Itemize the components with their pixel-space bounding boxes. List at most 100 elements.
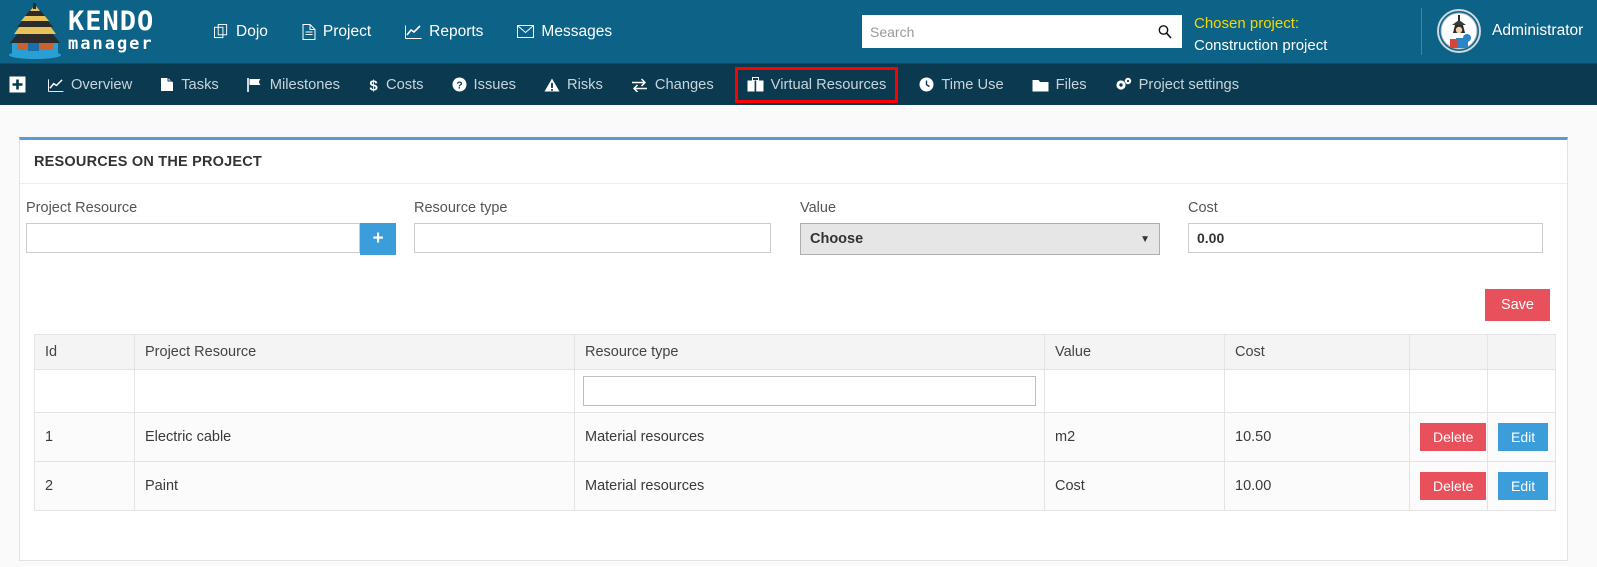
- sidebar-item-costs-label: Costs: [385, 76, 424, 93]
- search-input[interactable]: [862, 16, 1148, 47]
- delete-button[interactable]: Delete: [1420, 423, 1487, 451]
- cell-cost: 10.50: [1224, 412, 1410, 462]
- col-cost: Cost: [1224, 334, 1410, 370]
- cell-edit: Edit: [1487, 412, 1556, 462]
- question-circle-icon: ?: [452, 77, 467, 92]
- sidebar-item-milestones[interactable]: Milestones: [237, 68, 350, 102]
- delete-button[interactable]: Delete: [1420, 472, 1487, 500]
- sidebar-item-costs[interactable]: $ Costs: [358, 68, 434, 102]
- edit-button[interactable]: Edit: [1498, 472, 1549, 500]
- top-header: KENDO manager Dojo Project Reports Messa…: [0, 0, 1597, 63]
- filter-cell-project-resource: [134, 369, 575, 413]
- filter-cell-resource-type: [574, 369, 1045, 413]
- cost-input[interactable]: [1188, 223, 1543, 253]
- briefcase-icon: [747, 77, 764, 92]
- cost-label: Cost: [1188, 200, 1218, 216]
- resource-type-input[interactable]: [414, 223, 771, 253]
- nav-item-messages[interactable]: Messages: [500, 0, 629, 63]
- logo-text: KENDO manager: [68, 8, 154, 55]
- gears-icon: [1115, 77, 1132, 92]
- col-id: Id: [34, 334, 135, 370]
- top-navigation: Dojo Project Reports Messages: [197, 0, 629, 63]
- sidebar-item-changes-label: Changes: [654, 76, 714, 93]
- flag-icon: [246, 77, 263, 92]
- warning-triangle-icon: [544, 78, 560, 92]
- field-resource-type: Resource type: [414, 200, 771, 253]
- resource-type-label: Resource type: [414, 200, 508, 216]
- field-cost: Cost: [1188, 200, 1543, 253]
- pagoda-logo-icon: [9, 2, 61, 59]
- file-copy-icon: [160, 77, 174, 92]
- sidebar-item-issues[interactable]: ? Issues: [442, 68, 526, 102]
- filter-cell-actions-1: [1409, 369, 1488, 413]
- table-header-row: Id Project Resource Resource type Value …: [34, 334, 1556, 370]
- table-row: 2 Paint Material resources Cost 10.00 De…: [34, 461, 1556, 511]
- col-actions-2: [1487, 334, 1556, 370]
- user-menu[interactable]: Administrator: [1437, 9, 1583, 53]
- sidebar-item-project-settings[interactable]: Project settings: [1105, 68, 1249, 102]
- nav-item-dojo[interactable]: Dojo: [197, 0, 285, 63]
- sidebar-item-virtual-resources-label: Virtual Resources: [770, 76, 887, 93]
- nav-item-project[interactable]: Project: [285, 0, 388, 63]
- save-button[interactable]: Save: [1484, 289, 1550, 321]
- project-resource-input[interactable]: [26, 223, 360, 253]
- header-divider: [1421, 8, 1422, 55]
- avatar[interactable]: [1437, 9, 1481, 53]
- sidebar-item-issues-label: Issues: [473, 76, 516, 93]
- add-resource-button[interactable]: +: [360, 223, 396, 255]
- search-icon[interactable]: [1148, 15, 1182, 48]
- edit-button[interactable]: Edit: [1498, 423, 1549, 451]
- cell-project-resource: Paint: [134, 461, 575, 511]
- cell-id: 1: [34, 412, 135, 462]
- sidebar-item-milestones-label: Milestones: [269, 76, 340, 93]
- sidebar-item-virtual-resources[interactable]: Virtual Resources: [734, 66, 899, 103]
- sidebar-item-risks-label: Risks: [566, 76, 603, 93]
- file-icon: [302, 23, 316, 40]
- project-resource-input-group: +: [26, 223, 396, 255]
- logo-title: KENDO: [68, 6, 155, 37]
- sidebar-item-files-label: Files: [1055, 76, 1087, 93]
- svg-text:$: $: [369, 77, 378, 93]
- clock-icon: [919, 77, 934, 92]
- chosen-project: Chosen project: Construction project: [1194, 13, 1327, 57]
- sidebar-item-overview-label: Overview: [71, 76, 133, 93]
- project-subnav: Overview Tasks Milestones $ Costs ? Issu…: [0, 63, 1597, 105]
- resource-type-filter-input[interactable]: [583, 376, 1036, 406]
- page-title: RESOURCES ON THE PROJECT: [34, 153, 262, 170]
- cell-cost: 10.00: [1224, 461, 1410, 511]
- resources-table-wrap: Id Project Resource Resource type Value …: [34, 334, 1556, 511]
- chart-line-icon: [48, 78, 64, 92]
- sidebar-item-time-use-label: Time Use: [941, 76, 1004, 93]
- exchange-icon: [631, 77, 648, 92]
- sidebar-item-overview[interactable]: Overview: [38, 68, 142, 102]
- sidebar-item-time-use[interactable]: Time Use: [909, 68, 1013, 102]
- cell-resource-type: Material resources: [574, 412, 1045, 462]
- sidebar-item-files[interactable]: Files: [1022, 68, 1097, 102]
- cell-edit: Edit: [1487, 461, 1556, 511]
- sidebar-item-tasks[interactable]: Tasks: [150, 68, 229, 102]
- panel-header: RESOURCES ON THE PROJECT: [20, 140, 1567, 184]
- logo[interactable]: KENDO manager: [0, 0, 176, 63]
- col-value: Value: [1044, 334, 1225, 370]
- filter-cell-cost: [1224, 369, 1410, 413]
- project-resource-label: Project Resource: [26, 200, 138, 216]
- table-body: 1 Electric cable Material resources m2 1…: [34, 369, 1556, 511]
- resources-table: Id Project Resource Resource type Value …: [34, 334, 1556, 511]
- value-select-selected: Choose: [810, 231, 864, 247]
- page-content: RESOURCES ON THE PROJECT Project Resourc…: [0, 105, 1597, 567]
- sidebar-item-changes[interactable]: Changes: [621, 68, 724, 102]
- table-head: Id Project Resource Resource type Value …: [34, 334, 1556, 370]
- nav-item-reports-label: Reports: [429, 22, 484, 40]
- value-select[interactable]: Choose ▼: [800, 223, 1160, 255]
- nav-item-reports[interactable]: Reports: [388, 0, 500, 63]
- cell-value: m2: [1044, 412, 1225, 462]
- dollar-icon: $: [368, 77, 379, 93]
- chosen-project-value: Construction project: [1194, 36, 1328, 54]
- plus-square-icon[interactable]: [0, 64, 34, 106]
- resource-form: Project Resource + Resource type Value C…: [20, 184, 1567, 276]
- search-box[interactable]: [862, 15, 1182, 48]
- cell-id: 2: [34, 461, 135, 511]
- envelope-icon: [517, 25, 535, 38]
- sidebar-item-risks[interactable]: Risks: [534, 68, 613, 102]
- folder-icon: [1032, 78, 1049, 92]
